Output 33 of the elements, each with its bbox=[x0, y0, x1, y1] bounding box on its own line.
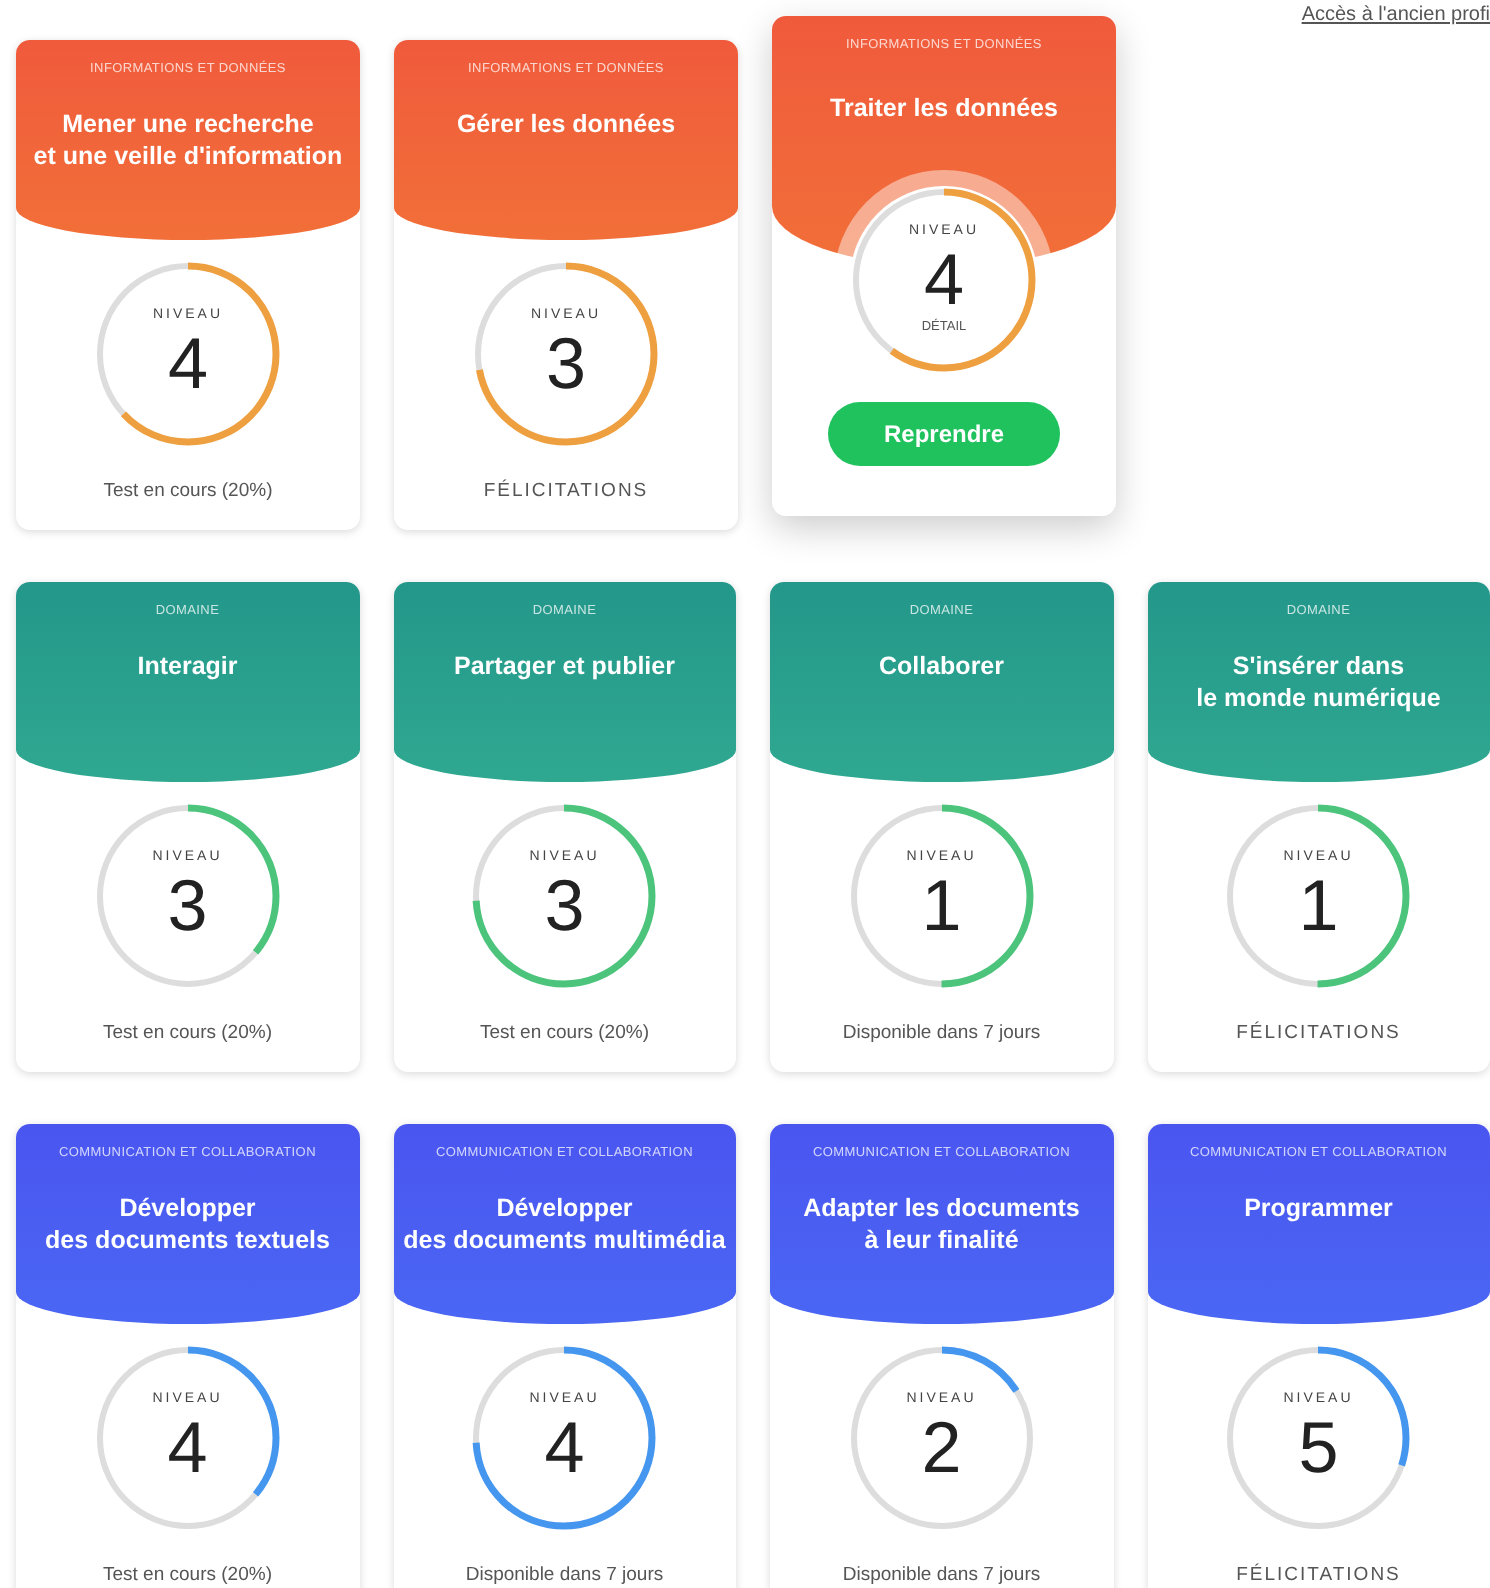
status-text: Disponible dans 7 jours bbox=[842, 1561, 1041, 1588]
status-text: Test en cours (20%) bbox=[480, 1019, 649, 1048]
card-title: S'insérer dans le monde numérique bbox=[1196, 649, 1441, 714]
card-title: Gérer les données bbox=[456, 107, 676, 140]
profile-link[interactable]: Accès à l'ancien profi bbox=[1301, 0, 1490, 30]
status-text: Test en cours (20%) bbox=[103, 477, 273, 506]
status-text: FÉLICITATIONS bbox=[1236, 1561, 1401, 1588]
card-title: Partager et publier bbox=[454, 649, 675, 682]
level-number: 1 bbox=[921, 868, 962, 945]
card-title: Développer des documents multimédia bbox=[403, 1191, 726, 1256]
card-title: Interagir bbox=[137, 649, 238, 682]
card-title: Mener une recherche et une veille d'information bbox=[33, 107, 343, 172]
level-number: 4 bbox=[167, 326, 209, 403]
status-text: Disponible dans 7 jours bbox=[842, 1019, 1041, 1048]
card-title: Programmer bbox=[1244, 1191, 1393, 1224]
level-number: 4 bbox=[544, 1410, 585, 1487]
status-text: Test en cours (20%) bbox=[103, 1019, 272, 1048]
card-title: Adapter les documents à leur finalité bbox=[803, 1191, 1080, 1256]
level-number: 5 bbox=[1298, 1410, 1339, 1487]
status-text: Test en cours (20%) bbox=[103, 1561, 272, 1588]
level-number: 4 bbox=[167, 1410, 208, 1487]
level-number: 2 bbox=[921, 1410, 962, 1487]
status-text: FÉLICITATIONS bbox=[1236, 1019, 1401, 1048]
card-title: Développer des documents textuels bbox=[45, 1191, 330, 1256]
card-title: Traiter les données bbox=[830, 91, 1058, 124]
level-number: 3 bbox=[545, 326, 587, 403]
status-text: FÉLICITATIONS bbox=[483, 477, 649, 506]
level-number: 4 bbox=[923, 242, 965, 319]
card-title: Collaborer bbox=[878, 649, 1004, 682]
level-number: 1 bbox=[1298, 868, 1339, 945]
level-number: 3 bbox=[167, 868, 208, 945]
level-number: 3 bbox=[544, 868, 585, 945]
status-text: Disponible dans 7 jours bbox=[465, 1561, 664, 1588]
